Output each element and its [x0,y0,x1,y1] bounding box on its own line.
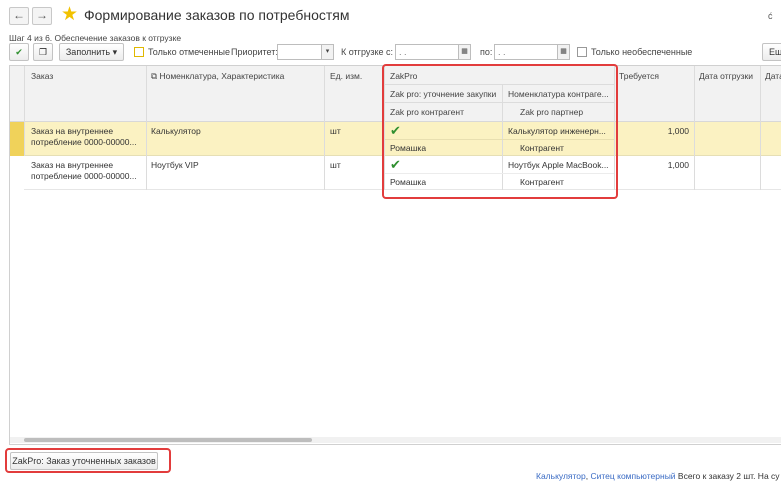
only-unprovided-label: Только необеспеченные [591,47,693,57]
row-2-order-line2: потребление 0000-00000... [31,171,137,181]
fill-button-label: Заполнить [65,47,111,57]
column-divider [760,156,761,190]
back-button[interactable]: ← [9,7,29,25]
to-label: по: [480,47,493,57]
chevron-down-icon: ▾ [325,48,330,55]
priority-label: Приоритет: [231,47,278,57]
footer-link-calculator[interactable]: Калькулятор [536,471,586,481]
calendar-icon: ▦ [560,48,567,55]
status-footer: Калькулятор, Ситец компьютерный Всего к … [536,471,780,481]
footer-link-fabric[interactable]: Ситец компьютерный [591,471,676,481]
column-header-ship-date[interactable]: Дата отгрузки [699,71,753,81]
only-marked-label: Только отмеченные [148,47,231,57]
window-menu-icon[interactable]: ć [768,11,773,21]
ship-from-input[interactable]: . . [395,44,459,60]
only-marked-checkbox[interactable] [134,47,144,57]
more-button[interactable]: Ещ [762,43,781,61]
column-divider [146,156,147,190]
forward-arrow-icon: → [36,8,48,22]
wizard-step-label: Шаг 4 из 6. Обеспечение заказов к отгруз… [9,33,182,43]
calendar-icon: ▦ [461,48,468,55]
row-1-unit: шт [330,126,341,136]
hierarchy-icon: ⧉ [151,71,158,81]
back-arrow-icon: ← [13,8,25,22]
copy-button[interactable]: ❐ [33,43,53,61]
column-header-order[interactable]: Заказ [31,71,53,81]
column-header-nomenclature[interactable]: ⧉ Номенклатура, Характеристика [151,71,284,82]
zakpro-button-highlight [5,448,171,473]
forward-button[interactable]: → [32,7,52,25]
priority-dropdown-button[interactable]: ▾ [321,44,334,60]
row-1-required: 1,000 [667,126,689,136]
row-2-required: 1,000 [667,160,689,170]
column-divider [324,156,325,190]
row-2-unit: шт [330,160,341,170]
row-1-nomenclature: Калькулятор [151,126,201,136]
row-selection-marker [10,122,24,156]
zakpro-columns-highlight [382,64,618,199]
copy-icon: ❐ [38,47,48,57]
ship-to-input[interactable]: . . [494,44,558,60]
favorite-star-icon[interactable]: ★ [61,4,78,26]
column-header-date[interactable]: Дата [765,71,781,81]
fill-button[interactable]: Заполнить ▾ [59,43,124,61]
chevron-down-icon: ▾ [112,47,118,57]
check-all-icon: ✔ [15,47,23,57]
priority-select[interactable] [277,44,322,60]
footer-total-text: Всего к заказу 2 шт. На су [675,471,780,481]
only-unprovided-checkbox[interactable] [577,47,587,57]
column-header-nomenclature-label: Номенклатура, Характеристика [159,71,285,81]
column-divider [694,156,695,190]
row-2-nomenclature: Ноутбук VIP [151,160,199,170]
row-1-order-line1: Заказ на внутреннее [31,126,114,136]
check-all-button[interactable]: ✔ [9,43,29,61]
page-title: Формирование заказов по потребностям [84,7,350,23]
ship-from-calendar-button[interactable]: ▦ [458,44,471,60]
ship-from-label: К отгрузке с: [341,47,394,57]
ship-to-calendar-button[interactable]: ▦ [557,44,570,60]
column-header-unit[interactable]: Ед. изм. [330,71,362,81]
row-2-order-line1: Заказ на внутреннее [31,160,114,170]
scrollbar-thumb[interactable] [24,438,312,442]
row-1-order-line2: потребление 0000-00000... [31,137,137,147]
column-header-required[interactable]: Требуется [619,71,659,81]
